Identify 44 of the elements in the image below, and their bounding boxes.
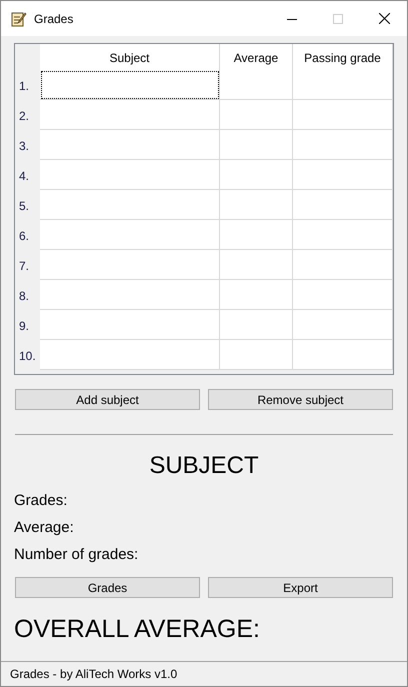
table-cell[interactable]: [293, 100, 393, 130]
table-cell[interactable]: [220, 220, 293, 250]
table-cell[interactable]: [293, 130, 393, 160]
table-cell[interactable]: [293, 340, 393, 370]
notepad-icon: [11, 10, 27, 26]
table-cell[interactable]: [220, 340, 293, 370]
table-cell[interactable]: [40, 340, 220, 370]
table-cell[interactable]: [220, 160, 293, 190]
table-cell[interactable]: [220, 280, 293, 310]
table-cell[interactable]: [40, 220, 220, 250]
table-cell[interactable]: [293, 280, 393, 310]
field-label: Average:: [14, 519, 74, 537]
window-title: Grades: [34, 10, 74, 28]
close-icon: [378, 13, 390, 24]
push-button[interactable]: Remove subject: [208, 389, 393, 410]
table-cell[interactable]: [40, 160, 220, 190]
push-button[interactable]: Add subject: [15, 389, 200, 410]
table-cell[interactable]: [40, 280, 220, 310]
field-label: Number of grades:: [14, 546, 138, 564]
table-cell[interactable]: [40, 100, 220, 130]
table-cell[interactable]: [220, 130, 293, 160]
table-cell[interactable]: [293, 220, 393, 250]
table-cell[interactable]: [220, 100, 293, 130]
field-label: Grades:: [14, 492, 68, 510]
table-cell[interactable]: [40, 130, 220, 160]
table-cell[interactable]: [220, 250, 293, 280]
table-cell[interactable]: [293, 160, 393, 190]
table-cell[interactable]: [220, 310, 293, 340]
overall-average-label: OVERALL AVERAGE:: [14, 614, 260, 644]
push-button[interactable]: Grades: [15, 577, 200, 598]
table-cell[interactable]: [40, 250, 220, 280]
table-cell[interactable]: [293, 70, 393, 100]
subject-heading: SUBJECT: [148, 451, 260, 481]
table-cell[interactable]: [293, 190, 393, 220]
status-bar: Grades - by AliTech Works v1.0: [1, 661, 407, 686]
table-cell[interactable]: [220, 190, 293, 220]
table-cell[interactable]: [40, 310, 220, 340]
table-cell[interactable]: [293, 310, 393, 340]
maximize-icon: [333, 14, 343, 24]
table-cell[interactable]: [40, 190, 220, 220]
table-cell[interactable]: [293, 250, 393, 280]
push-button[interactable]: Export: [208, 577, 393, 598]
table-cell[interactable]: [40, 70, 220, 100]
table-cell[interactable]: [220, 70, 293, 100]
